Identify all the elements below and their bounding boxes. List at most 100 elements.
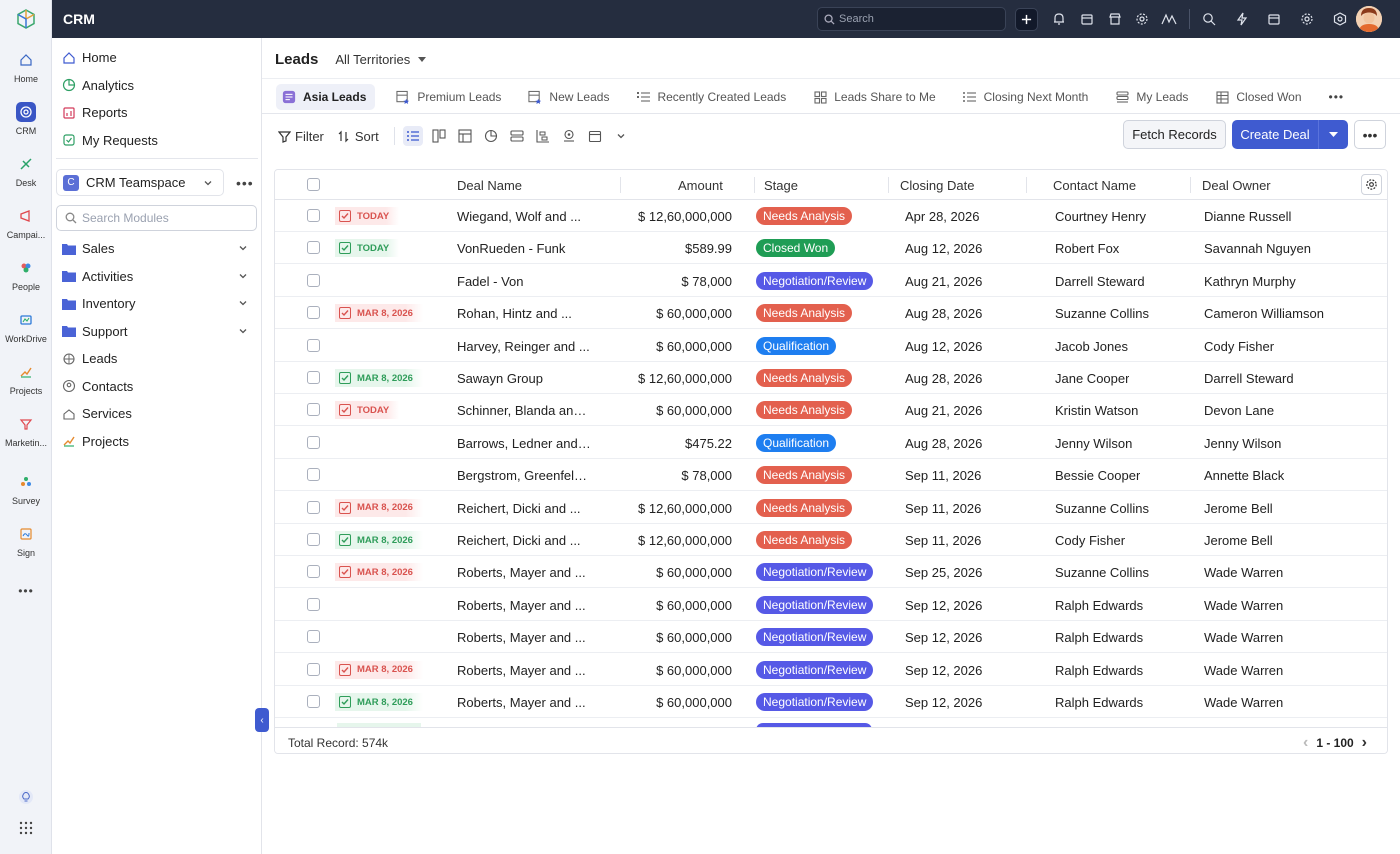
table-row[interactable]: MAR 8, 2026 Roberts, Mayer and ... $ 60,00… — [275, 654, 1387, 686]
calendar-icon[interactable] — [1078, 10, 1096, 28]
kanban-view-icon[interactable] — [429, 126, 449, 146]
row-checkbox[interactable] — [307, 306, 320, 320]
lightbulb-icon[interactable] — [0, 789, 52, 807]
search-modules-input[interactable] — [82, 211, 252, 225]
search-modules[interactable] — [56, 205, 257, 231]
prev-page-button[interactable]: ‹ — [1303, 734, 1308, 752]
rail-item-people[interactable]: People — [0, 258, 52, 292]
contact-name-cell[interactable]: Suzanne Collins — [1055, 565, 1149, 580]
sidebar-folder-inventory[interactable]: Inventory — [62, 296, 248, 311]
table-row[interactable]: TODAY VonRueden - Funk $589.99 Closed Won Au… — [275, 232, 1387, 265]
deal-name-cell[interactable]: Wiegand, Wolf and ... — [457, 209, 592, 224]
deal-name-cell[interactable]: Reichert, Dicki and ... — [457, 533, 592, 548]
column-separator[interactable] — [1026, 177, 1027, 193]
table-row[interactable]: MAR 8, 2026 Roberts, Mayer and ... $ 60,00… — [275, 686, 1387, 718]
deal-name-cell[interactable]: Roberts, Mayer and ... — [457, 630, 592, 645]
rail-item-desk[interactable]: Desk — [0, 154, 52, 188]
contact-name-cell[interactable]: Jacob Jones — [1055, 339, 1128, 354]
settings-icon[interactable] — [1133, 10, 1151, 28]
row-checkbox[interactable] — [307, 565, 320, 579]
global-search-input[interactable] — [839, 13, 999, 25]
setup-icon[interactable] — [1298, 10, 1316, 28]
map-view-icon[interactable] — [559, 126, 579, 146]
contact-name-cell[interactable]: Ralph Edwards — [1055, 695, 1143, 710]
contact-name-cell[interactable]: Courtney Henry — [1055, 209, 1146, 224]
more-options-button[interactable]: ••• — [1354, 120, 1386, 149]
more-apps-button[interactable]: ••• — [0, 584, 52, 598]
tab-new-leads[interactable]: New Leads — [522, 84, 615, 110]
row-checkbox[interactable] — [307, 403, 320, 417]
contact-name-cell[interactable]: Cody Fisher — [1055, 533, 1125, 548]
filter-button[interactable]: Filter — [277, 129, 324, 144]
deal-name-cell[interactable]: Schinner, Blanda and ... — [457, 403, 592, 418]
deal-name-cell[interactable]: Roberts, Mayer and ... — [457, 695, 592, 710]
table-row[interactable]: TODAY Wiegand, Wolf and ... $ 12,60,000,00… — [275, 200, 1387, 232]
rail-item-survey[interactable]: Survey — [0, 472, 52, 506]
table-row[interactable]: Harvey, Reinger and ... $ 60,000,000 Quali… — [275, 330, 1387, 362]
column-settings-button[interactable] — [1361, 174, 1382, 195]
contact-name-cell[interactable]: Ralph Edwards — [1055, 663, 1143, 678]
deal-name-cell[interactable]: Roberts, Mayer and ... — [457, 598, 592, 613]
deal-name-cell[interactable]: Fadel - Von — [457, 274, 592, 289]
sidebar-folder-activities[interactable]: Activities — [62, 269, 248, 284]
sidebar-module-contacts[interactable]: Contacts — [62, 379, 133, 394]
table-row[interactable]: Barrows, Ledner and ... $475.22 Qualificat… — [275, 427, 1387, 459]
admin-settings-icon[interactable] — [1331, 10, 1349, 28]
global-search[interactable] — [817, 7, 1006, 31]
rail-item-campai[interactable]: Campai... — [0, 206, 52, 240]
chevron-down-icon[interactable] — [611, 126, 631, 146]
deal-name-cell[interactable]: Roberts, Mayer and ... — [457, 565, 592, 580]
sidebar-item-reports[interactable]: Reports — [62, 105, 128, 120]
bell-icon[interactable] — [1050, 10, 1068, 28]
row-checkbox[interactable] — [307, 597, 320, 611]
table-row[interactable]: MAR 8, 2026 Reichert, Dicki and ... $ 12,6… — [275, 492, 1387, 524]
table-row[interactable]: TODAY Schinner, Blanda and ... $ 60,000,00… — [275, 394, 1387, 427]
deal-name-cell[interactable]: Harvey, Reinger and ... — [457, 339, 592, 354]
sidebar-item-my-requests[interactable]: My Requests — [62, 133, 158, 148]
tab-premium-leads[interactable]: Premium Leads — [390, 84, 507, 110]
list-view-icon[interactable] — [402, 126, 423, 146]
rail-item-marketin[interactable]: Marketin... — [0, 414, 52, 448]
deal-name-cell[interactable]: VonRueden - Funk — [457, 241, 592, 256]
row-checkbox[interactable] — [307, 695, 320, 708]
column-separator[interactable] — [888, 177, 889, 193]
tab-closed-won[interactable]: Closed Won — [1209, 84, 1307, 110]
more-tabs-button[interactable]: ••• — [1323, 84, 1351, 110]
table-view-icon[interactable] — [455, 126, 475, 146]
column-separator[interactable] — [620, 177, 621, 193]
column-deal-owner[interactable]: Deal Owner — [1202, 178, 1271, 193]
sort-button[interactable]: Sort — [337, 129, 379, 144]
row-checkbox[interactable] — [307, 662, 320, 676]
table-row[interactable]: MAR 8, 2026 Reichert, Dicki and ... $ 12,6… — [275, 524, 1387, 556]
row-checkbox[interactable] — [307, 241, 320, 255]
deal-name-cell[interactable]: Reichert, Dicki and ... — [457, 501, 592, 516]
rail-item-projects[interactable]: Projects — [0, 362, 52, 396]
calendar-view-icon[interactable] — [585, 126, 605, 146]
deal-name-cell[interactable]: Barrows, Ledner and ... — [457, 436, 592, 451]
territory-dropdown[interactable]: All Territories — [335, 52, 427, 67]
row-checkbox[interactable] — [307, 338, 320, 352]
select-all-checkbox[interactable] — [307, 178, 320, 191]
tab-closing-next-month[interactable]: Closing Next Month — [957, 84, 1095, 110]
contact-name-cell[interactable]: Suzanne Collins — [1055, 306, 1149, 321]
zia-icon[interactable] — [1160, 10, 1178, 28]
sheet-view-icon[interactable] — [507, 126, 527, 146]
tab-my-leads[interactable]: My Leads — [1109, 84, 1194, 110]
deal-name-cell[interactable]: Roberts, Mayer and ... — [457, 663, 592, 678]
column-closing-date[interactable]: Closing Date — [900, 178, 974, 193]
sidebar-item-analytics[interactable]: Analytics — [62, 78, 134, 93]
tab-asia-leads[interactable]: Asia Leads — [276, 84, 376, 110]
create-deal-button[interactable]: Create Deal — [1232, 120, 1348, 149]
rail-item-crm[interactable]: CRM — [0, 102, 52, 136]
column-amount[interactable]: Amount — [678, 178, 723, 193]
row-checkbox[interactable] — [307, 209, 320, 222]
apps-grid-icon[interactable] — [0, 821, 52, 837]
contact-name-cell[interactable]: Ralph Edwards — [1055, 630, 1143, 645]
rail-item-workdrive[interactable]: WorkDrive — [0, 310, 52, 344]
row-checkbox[interactable] — [307, 630, 320, 644]
column-separator[interactable] — [1190, 177, 1191, 193]
search-records-icon[interactable] — [1200, 10, 1218, 28]
table-row[interactable]: Roberts, Mayer and ... $ 60,000,000 Negoti… — [275, 589, 1387, 621]
contact-name-cell[interactable]: Robert Fox — [1055, 241, 1119, 256]
row-checkbox[interactable] — [307, 273, 320, 287]
